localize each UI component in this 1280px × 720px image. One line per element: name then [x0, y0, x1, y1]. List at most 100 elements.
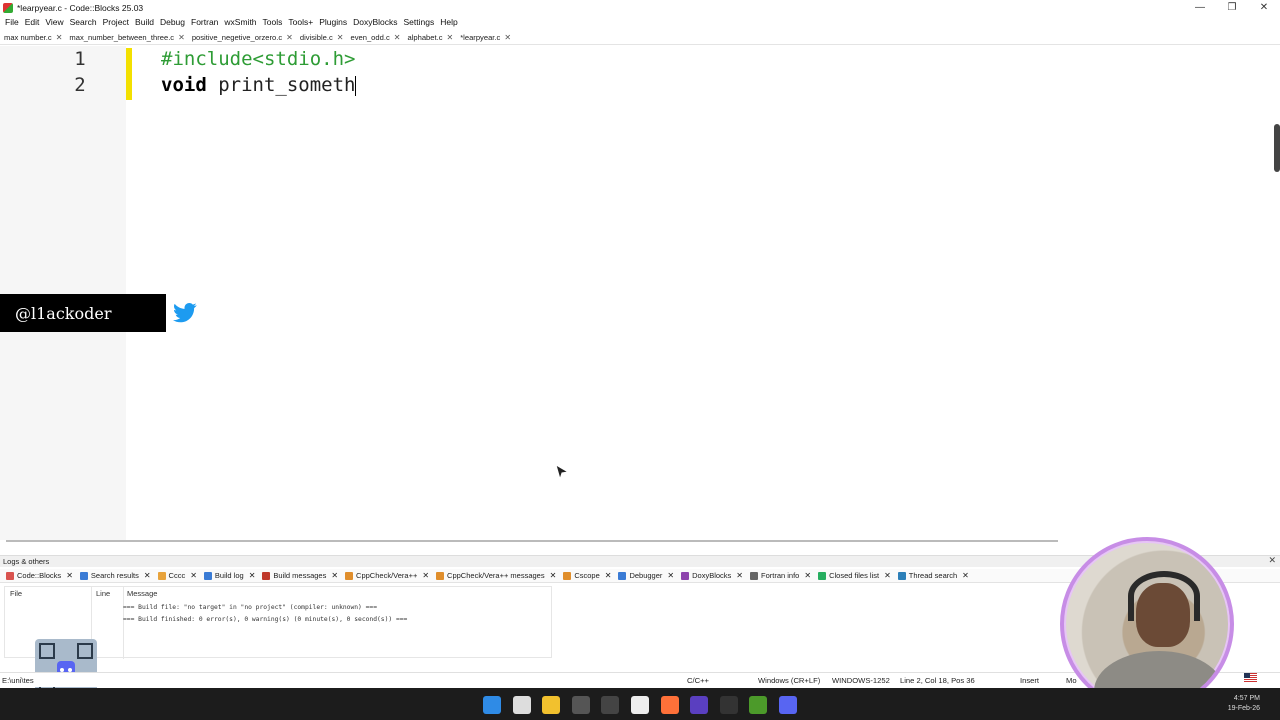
headphones-icon — [1128, 571, 1200, 621]
close-icon[interactable]: ✕ — [447, 33, 454, 42]
menu-bar: File Edit View Search Project Build Debu… — [0, 15, 1280, 29]
log-tab-label: DoxyBlocks — [692, 571, 732, 580]
close-icon[interactable]: ✕ — [550, 571, 557, 580]
log-tab[interactable]: Debugger ✕ — [618, 571, 674, 580]
close-icon[interactable]: ✕ — [56, 33, 63, 42]
vertical-scrollbar[interactable] — [1274, 124, 1280, 172]
status-line-endings: Windows (CR+LF) — [758, 676, 821, 685]
close-icon[interactable]: ✕ — [804, 571, 811, 580]
clock-date: 19-Feb-26 — [1227, 705, 1260, 712]
menu-wxsmith[interactable]: wxSmith — [224, 17, 256, 27]
close-icon[interactable]: ✕ — [504, 33, 511, 42]
close-icon[interactable]: ✕ — [337, 33, 344, 42]
column-header-file[interactable]: File — [10, 589, 22, 598]
menu-debug[interactable]: Debug — [160, 17, 185, 27]
close-icon[interactable]: ✕ — [331, 571, 338, 580]
close-icon[interactable]: ✕ — [190, 571, 197, 580]
menu-settings[interactable]: Settings — [404, 17, 435, 27]
close-icon[interactable]: ✕ — [286, 33, 293, 42]
menu-tools-plus[interactable]: Tools+ — [288, 17, 313, 27]
file-tab[interactable]: alphabet.c ✕ — [407, 33, 453, 42]
log-tab-active[interactable]: Build messages ✕ — [262, 571, 338, 580]
file-tab[interactable]: divisible.c ✕ — [300, 33, 344, 42]
log-tab[interactable]: CppCheck/Vera++ ✕ — [345, 571, 429, 580]
menu-fortran[interactable]: Fortran — [191, 17, 218, 27]
firefox-icon[interactable] — [660, 696, 679, 714]
close-icon[interactable]: ✕ — [884, 571, 891, 580]
notion-icon[interactable] — [631, 696, 649, 714]
close-button[interactable]: ✕ — [1248, 0, 1280, 15]
windows-start-icon[interactable] — [483, 696, 501, 714]
cccc-icon — [157, 571, 166, 580]
menu-doxyblocks[interactable]: DoxyBlocks — [353, 17, 397, 27]
menu-tools[interactable]: Tools — [263, 17, 283, 27]
close-icon[interactable]: ✕ — [144, 571, 151, 580]
menu-help[interactable]: Help — [440, 17, 457, 27]
log-tab-label: CppCheck/Vera++ messages — [447, 571, 545, 580]
file-tab[interactable]: max_number_between_three.c ✕ — [69, 33, 184, 42]
menu-file[interactable]: File — [5, 17, 19, 27]
minimize-button[interactable]: — — [1184, 0, 1216, 15]
file-tab-label: positive_negetive_orzero.c — [191, 33, 283, 42]
log-tab[interactable]: Thread search ✕ — [897, 571, 969, 580]
file-tab[interactable]: positive_negetive_orzero.c ✕ — [192, 33, 293, 42]
column-divider — [123, 587, 124, 659]
log-tab[interactable]: DoxyBlocks ✕ — [681, 571, 743, 580]
github-icon[interactable] — [719, 696, 738, 714]
close-icon[interactable]: ✕ — [1268, 555, 1276, 566]
codeblocks-icon[interactable] — [749, 696, 768, 714]
log-tab-label: Build messages — [273, 571, 327, 580]
close-icon[interactable]: ✕ — [249, 571, 256, 580]
close-icon[interactable]: ✕ — [422, 571, 429, 580]
code-line-1: #include<stdio.h> — [161, 48, 356, 70]
log-tab[interactable]: Closed files list ✕ — [818, 571, 891, 580]
file-tab-label: alphabet.c — [407, 33, 443, 42]
code-line-2: void print_someth — [161, 74, 357, 96]
column-header-line[interactable]: Line — [96, 589, 110, 598]
log-tab[interactable]: Code::Blocks ✕ — [6, 571, 73, 580]
file-tab-label: even_odd.c — [350, 33, 390, 42]
close-icon[interactable]: ✕ — [394, 33, 401, 42]
log-tab[interactable]: Search results ✕ — [79, 571, 151, 580]
obs-icon[interactable] — [690, 696, 709, 714]
horizontal-scrollbar[interactable] — [6, 540, 1058, 542]
social-handle-overlay: @l1ackoder — [0, 294, 166, 332]
column-header-message[interactable]: Message — [127, 589, 157, 598]
menu-build[interactable]: Build — [135, 17, 154, 27]
close-icon[interactable]: ✕ — [962, 571, 969, 580]
task-view-icon[interactable] — [512, 696, 531, 714]
twitter-icon — [173, 303, 197, 323]
log-tab[interactable]: CppCheck/Vera++ messages ✕ — [436, 571, 556, 580]
davinci-icon[interactable] — [571, 696, 590, 714]
fortran-icon — [750, 571, 758, 580]
system-clock[interactable]: 4:57 PM 19-Feb-26 — [1228, 694, 1260, 714]
close-icon[interactable]: ✕ — [667, 571, 674, 580]
close-icon[interactable]: ✕ — [605, 571, 612, 580]
calendar-icon[interactable] — [601, 696, 620, 714]
close-icon[interactable]: ✕ — [178, 33, 185, 42]
file-tab-active[interactable]: *learpyear.c ✕ — [460, 33, 511, 42]
close-icon[interactable]: ✕ — [66, 571, 73, 580]
menu-search[interactable]: Search — [70, 17, 97, 27]
log-tab[interactable]: Build log ✕ — [203, 571, 256, 580]
file-tab[interactable]: max number.c ✕ — [4, 33, 62, 42]
status-modified: Mo — [1066, 676, 1077, 685]
menu-plugins[interactable]: Plugins — [319, 17, 347, 27]
menu-edit[interactable]: Edit — [25, 17, 40, 27]
code-editor[interactable]: 1 2 #include<stdio.h> void print_someth — [0, 46, 1280, 540]
maximize-button[interactable]: ❐ — [1216, 0, 1248, 15]
log-tab-label: Closed files list — [829, 571, 880, 580]
log-tab[interactable]: Fortran info ✕ — [750, 571, 811, 580]
log-tab[interactable]: Cscope ✕ — [563, 571, 611, 580]
menu-view[interactable]: View — [45, 17, 63, 27]
log-tab[interactable]: Cccc ✕ — [157, 571, 197, 580]
log-tab-label: Build log — [214, 571, 244, 580]
file-explorer-icon[interactable] — [542, 696, 561, 714]
file-tab[interactable]: even_odd.c ✕ — [350, 33, 400, 42]
menu-project[interactable]: Project — [103, 17, 129, 27]
us-flag-icon — [1244, 673, 1257, 682]
document-icon — [345, 571, 354, 580]
discord-icon[interactable] — [779, 696, 797, 714]
window-title: *learpyear.c - Code::Blocks 25.03 — [17, 2, 144, 13]
close-icon[interactable]: ✕ — [736, 571, 743, 580]
